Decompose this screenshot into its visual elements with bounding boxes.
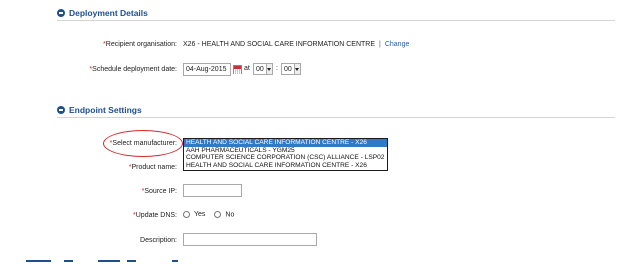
description-input[interactable]	[183, 233, 317, 246]
calendar-icon[interactable]	[233, 65, 242, 74]
chevron-down-icon	[265, 64, 272, 74]
annotation-circle	[103, 130, 183, 157]
recipient-label: *Recipient organisation:	[103, 41, 177, 48]
at-label: at	[244, 65, 250, 72]
product-label: *Product name:	[128, 164, 177, 171]
dns-yes-label: Yes	[194, 211, 206, 219]
hour-select[interactable]: 00	[253, 63, 273, 75]
divider	[57, 20, 615, 21]
schedule-label: *Schedule deployment date:	[89, 66, 177, 73]
section-deployment-details[interactable]: Deployment Details	[57, 8, 148, 18]
section-title: Endpoint Settings	[69, 105, 142, 115]
section-endpoint-settings[interactable]: Endpoint Settings	[57, 105, 142, 115]
change-link[interactable]: Change	[385, 41, 410, 48]
collapse-icon[interactable]	[57, 9, 65, 17]
description-label: Description:	[140, 237, 177, 244]
manufacturer-option[interactable]: COMPUTER SCIENCE CORPORATION (CSC) ALLIA…	[184, 154, 387, 162]
dns-no-radio[interactable]	[214, 211, 222, 218]
separator: |	[379, 41, 381, 48]
manufacturer-option[interactable]: AAH PHARMACEUTICALS - YGM25	[184, 147, 387, 155]
chevron-down-icon	[293, 64, 300, 74]
divider	[57, 117, 615, 118]
date-input[interactable]: 04-Aug-2015	[183, 63, 231, 76]
time-colon: :	[276, 65, 278, 72]
recipient-org: X26 - HEALTH AND SOCIAL CARE INFORMATION…	[183, 41, 376, 48]
manufacturer-dropdown[interactable]: HEALTH AND SOCIAL CARE INFORMATION CENTR…	[183, 138, 388, 171]
source-ip-label: *Source IP:	[141, 188, 177, 195]
update-dns-label: *Update DNS:	[133, 212, 177, 219]
collapse-icon[interactable]	[57, 106, 65, 114]
dns-no-label: No	[225, 211, 235, 219]
source-ip-input[interactable]	[183, 184, 242, 197]
section-title: Deployment Details	[69, 8, 148, 18]
manufacturer-option[interactable]: HEALTH AND SOCIAL CARE INFORMATION CENTR…	[184, 162, 387, 170]
dns-radio-group: Yes No	[183, 211, 234, 218]
manufacturer-option[interactable]: HEALTH AND SOCIAL CARE INFORMATION CENTR…	[184, 139, 387, 147]
recipient-value: X26 - HEALTH AND SOCIAL CARE INFORMATION…	[183, 41, 409, 48]
dns-yes-radio[interactable]	[183, 211, 190, 218]
cropped-bottom-strip	[26, 260, 178, 262]
minute-select[interactable]: 00	[281, 63, 301, 75]
